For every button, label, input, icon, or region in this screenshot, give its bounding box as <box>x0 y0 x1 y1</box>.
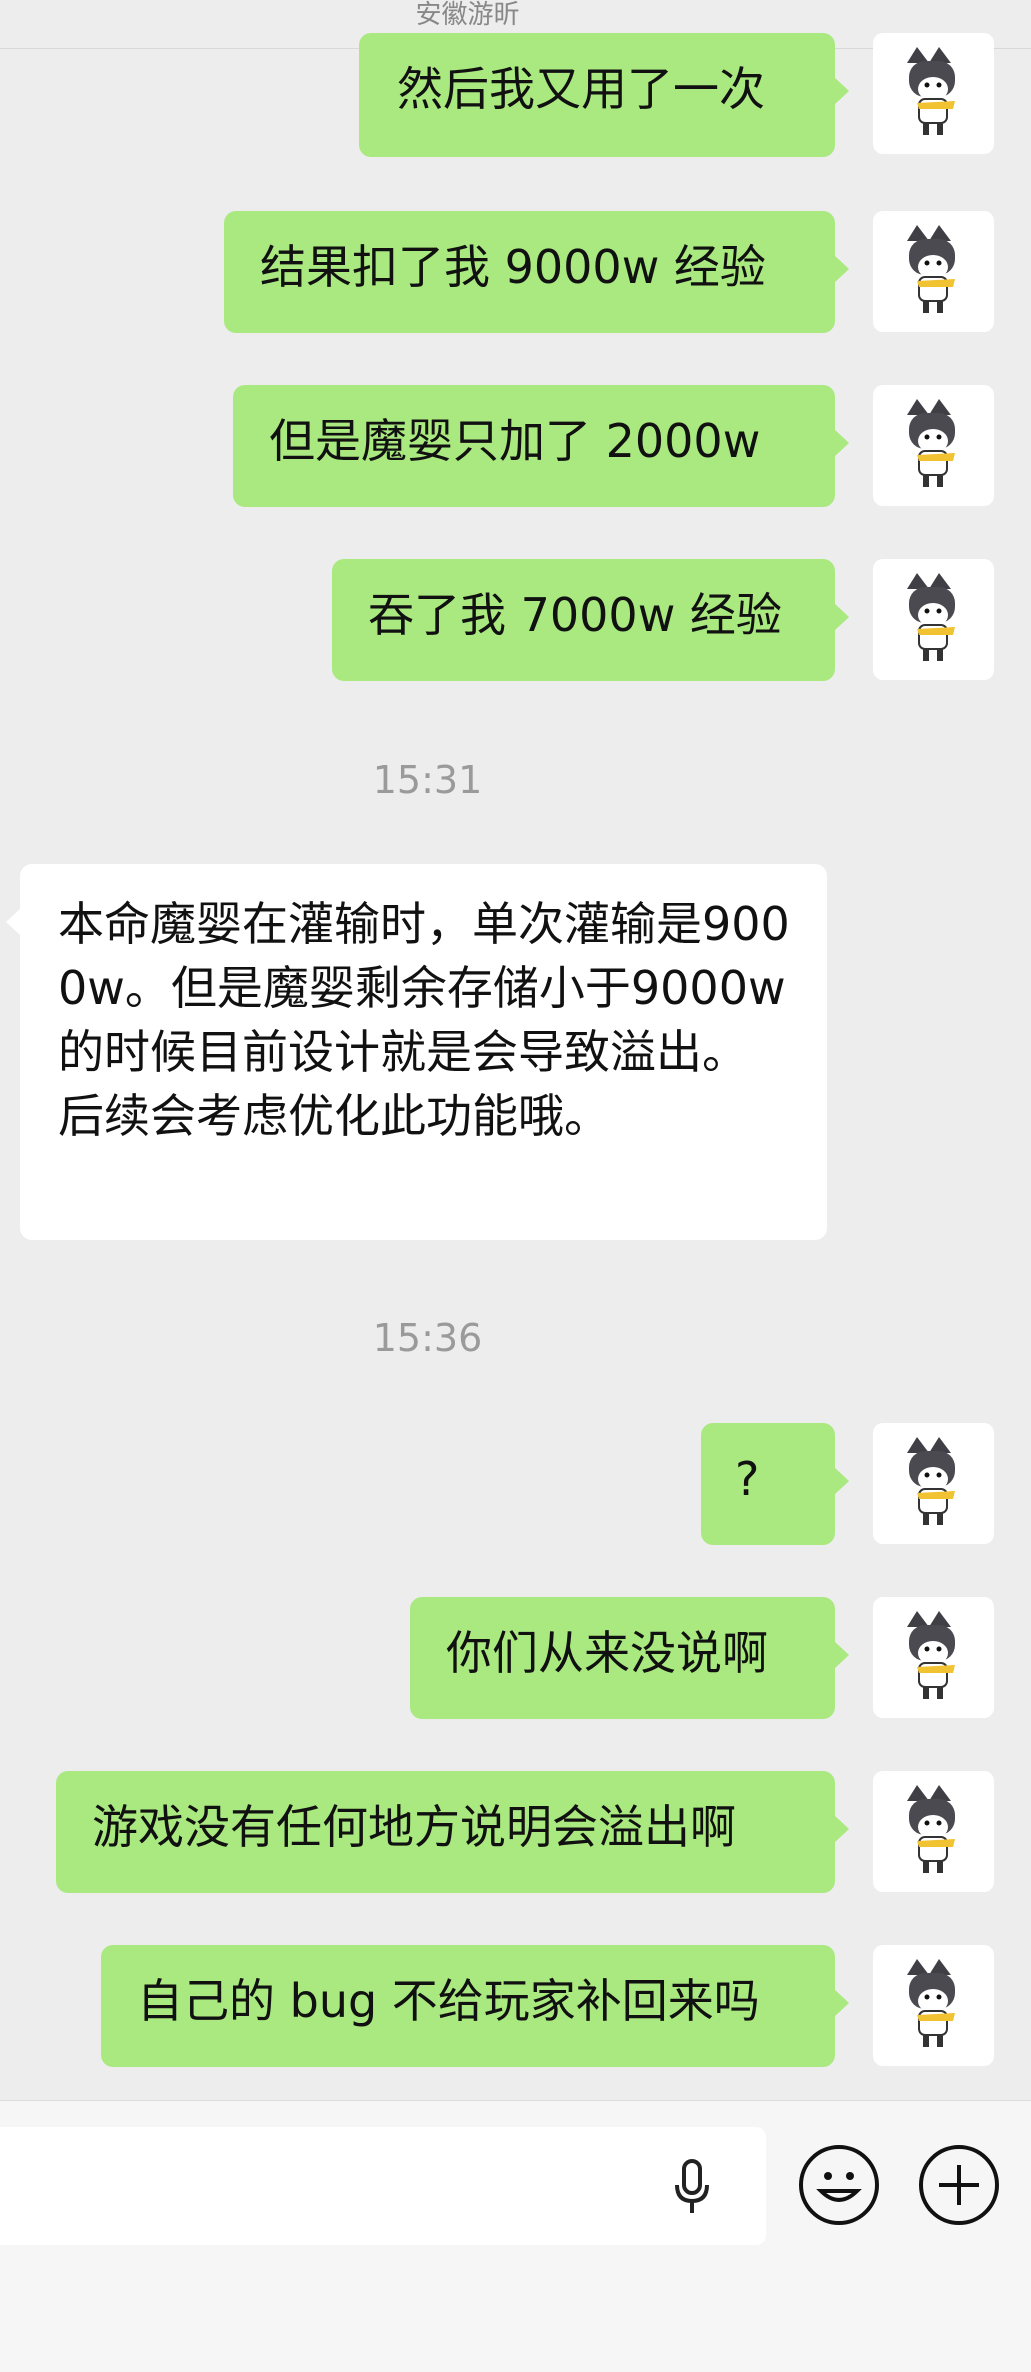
timestamp: 15:36 <box>372 1316 483 1360</box>
input-bar <box>0 2100 1031 2372</box>
message-text: 结果扣了我 9000w 经验 <box>260 240 766 294</box>
message-bubble[interactable]: 你们从来没说啊 <box>410 1597 849 1719</box>
message-outgoing: 然后我又用了一次 <box>0 33 1031 163</box>
avatar[interactable] <box>873 211 994 332</box>
avatar[interactable] <box>873 385 994 506</box>
message-outgoing: 吞了我 7000w 经验 <box>0 559 1031 689</box>
message-input[interactable] <box>0 2127 766 2245</box>
message-text: ? <box>735 1452 760 1506</box>
avatar[interactable] <box>873 1423 994 1544</box>
wolf-avatar-icon <box>907 573 955 661</box>
message-bubble[interactable]: 结果扣了我 9000w 经验 <box>224 211 849 333</box>
message-text: 本命魔婴在灌输时，单次灌输是9000w。但是魔婴剩余存储小于9000w的时候目前… <box>58 897 790 1143</box>
message-text: 你们从来没说啊 <box>446 1626 768 1680</box>
avatar[interactable] <box>873 33 994 154</box>
wolf-avatar-icon <box>907 225 955 313</box>
message-outgoing: 自己的 bug 不给玩家补回来吗 <box>0 1945 1031 2075</box>
avatar[interactable] <box>873 1945 994 2066</box>
message-bubble[interactable]: 自己的 bug 不给玩家补回来吗 <box>101 1945 849 2067</box>
message-text: 但是魔婴只加了 2000w <box>269 414 761 468</box>
timestamp: 15:31 <box>372 758 483 802</box>
avatar[interactable] <box>873 1597 994 1718</box>
message-bubble[interactable]: 然后我又用了一次 <box>359 33 849 157</box>
message-text: 自己的 bug 不给玩家补回来吗 <box>137 1974 760 2028</box>
message-outgoing: ? <box>0 1423 1031 1553</box>
wolf-avatar-icon <box>907 1437 955 1525</box>
message-bubble[interactable]: 游戏没有任何地方说明会溢出啊 <box>56 1771 849 1893</box>
wolf-avatar-icon <box>907 1959 955 2047</box>
message-bubble[interactable]: 吞了我 7000w 经验 <box>332 559 849 681</box>
message-bubble[interactable]: 但是魔婴只加了 2000w <box>233 385 849 507</box>
plus-icon[interactable] <box>919 2145 999 2225</box>
wolf-avatar-icon <box>907 399 955 487</box>
message-bubble[interactable]: ? <box>701 1423 849 1545</box>
wolf-avatar-icon <box>907 47 955 135</box>
smiley-icon <box>816 2172 862 2202</box>
wolf-avatar-icon <box>907 1785 955 1873</box>
message-outgoing: 结果扣了我 9000w 经验 <box>0 211 1031 341</box>
message-outgoing: 游戏没有任何地方说明会溢出啊 <box>0 1771 1031 1901</box>
emoji-icon[interactable] <box>799 2145 879 2225</box>
message-outgoing: 但是魔婴只加了 2000w <box>0 385 1031 515</box>
message-text: 游戏没有任何地方说明会溢出啊 <box>92 1800 736 1854</box>
message-text: 然后我又用了一次 <box>397 62 765 116</box>
message-outgoing: 你们从来没说啊 <box>0 1597 1031 1727</box>
microphone-icon[interactable] <box>672 2159 712 2215</box>
message-bubble[interactable]: 本命魔婴在灌输时，单次灌输是9000w。但是魔婴剩余存储小于9000w的时候目前… <box>6 864 827 1240</box>
plus-glyph-icon <box>939 2165 979 2205</box>
message-incoming: 本命魔婴在灌输时，单次灌输是9000w。但是魔婴剩余存储小于9000w的时候目前… <box>0 864 1031 1242</box>
avatar[interactable] <box>873 1771 994 1892</box>
avatar[interactable] <box>873 559 994 680</box>
message-text: 吞了我 7000w 经验 <box>368 588 782 642</box>
chat-title: 安徽游昕 <box>415 0 520 30</box>
wolf-avatar-icon <box>907 1611 955 1699</box>
